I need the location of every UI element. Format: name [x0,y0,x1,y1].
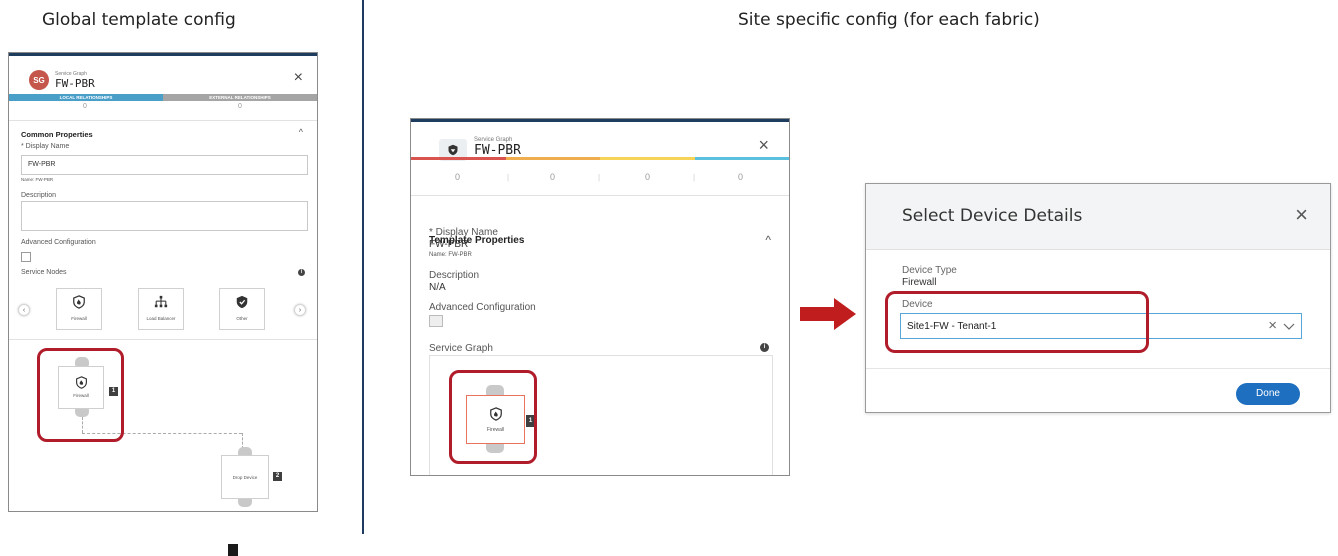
color-segment [600,157,695,160]
palette-tile-label: Load Balancer [146,316,176,321]
advanced-configuration-checkbox[interactable] [429,315,443,327]
close-icon[interactable]: × [1295,202,1308,228]
panel-top-bar [411,119,789,122]
service-graph-avatar: SG [29,70,49,90]
global-template-heading: Global template config [42,10,236,30]
color-segment [694,157,789,160]
highlight-box [37,348,124,442]
count-separator: | [598,173,601,182]
color-segment [505,157,600,160]
palette-tile-firewall[interactable]: Firewall [56,288,102,330]
display-name-label: * Display Name [429,227,498,238]
palette-tile-other[interactable]: Other [219,288,265,330]
marker-glyph [228,544,238,556]
display-name-label: * Display Name [21,143,70,150]
info-icon[interactable]: i [298,269,305,276]
palette-tile-load-balancer[interactable]: Load Balancer [138,288,184,330]
panel-top-bar [9,53,317,56]
next-arrow-icon[interactable]: › [294,304,306,316]
device-type-label: Device Type [902,265,957,276]
divider [9,120,317,121]
chevron-down-icon[interactable] [1283,322,1295,332]
panel-title: FW-PBR [55,77,95,90]
highlight-box [885,291,1149,353]
collapse-caret-icon[interactable]: ^ [765,233,771,247]
name-hint: Name: FW-PBR [21,177,54,182]
close-icon[interactable]: × [758,135,769,156]
divider [866,368,1330,369]
color-segment [411,157,506,160]
other-icon [236,295,248,309]
highlight-box [449,370,537,464]
description-value: N/A [429,282,446,293]
global-service-graph-panel: SG Service Graph FW-PBR × LOCAL RELATION… [8,52,318,512]
dialog-title: Select Device Details [902,206,1083,226]
divider [411,195,789,196]
palette-tile-label: Other [236,316,248,321]
site-specific-heading: Site specific config (for each fabric) [738,10,1040,30]
service-nodes-label: Service Nodes [21,269,67,276]
info-icon[interactable]: i [760,343,769,352]
status-count: 0 [738,172,744,182]
common-properties-heading: Common Properties [21,130,93,139]
advanced-configuration-label: Advanced Configuration [429,302,536,313]
dialog-header: Select Device Details × [866,184,1330,250]
firewall-icon [73,295,85,309]
clear-icon[interactable]: × [1268,317,1277,334]
count-separator: | [507,173,510,182]
prev-arrow-icon[interactable]: ‹ [18,304,30,316]
service-node-drop-device[interactable]: Drop Device [221,455,269,499]
tab-external-relationships[interactable]: EXTERNAL RELATIONSHIPS [163,94,317,101]
local-relationships-count: 0 [83,103,87,110]
canvas-divider [9,339,317,340]
status-count: 0 [455,172,461,182]
advanced-configuration-checkbox[interactable] [21,252,31,262]
tab-local-relationships[interactable]: LOCAL RELATIONSHIPS [9,94,163,101]
load-balancer-icon [154,295,168,308]
advanced-configuration-label: Advanced Configuration [21,239,96,246]
display-name-value: FW-PBR [429,239,469,250]
name-hint: Name: FW-PBR [429,252,472,258]
collapse-caret-icon[interactable]: ^ [299,127,303,137]
done-button[interactable]: Done [1236,383,1300,405]
right-arrow-icon [800,298,856,330]
palette-tile-label: Firewall [71,316,87,321]
status-count: 0 [645,172,651,182]
description-label: Description [21,192,57,199]
status-color-bar [411,157,789,160]
count-separator: | [693,173,696,182]
relationship-tabs: LOCAL RELATIONSHIPS EXTERNAL RELATIONSHI… [9,94,317,101]
panel-title: FW-PBR [474,143,521,158]
node-label: Drop Device [232,475,258,480]
close-icon[interactable]: × [294,69,303,87]
display-name-input[interactable]: FW-PBR [21,155,308,175]
description-input[interactable] [21,201,308,231]
description-label: Description [429,270,480,281]
section-divider [362,0,364,534]
service-graph-label: Service Graph [429,343,493,354]
external-relationships-count: 0 [238,103,242,110]
status-count: 0 [550,172,556,182]
node-badge: 2 [273,472,282,481]
shield-icon [448,144,458,156]
device-type-value: Firewall [902,277,937,288]
